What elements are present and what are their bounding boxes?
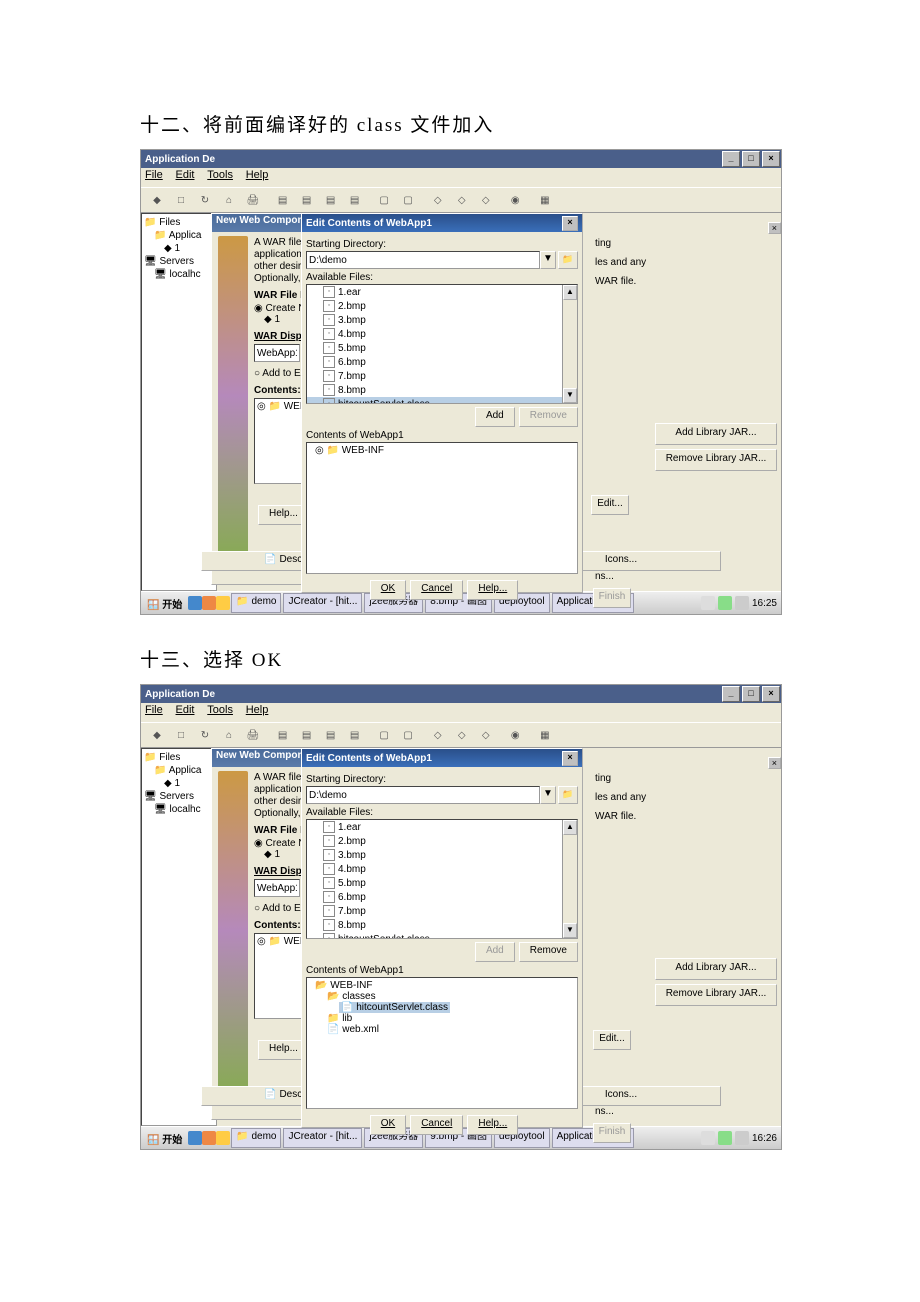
doc-heading-13: 十三、选择 OK [140, 645, 780, 672]
tree-panel[interactable]: 📁 Files 📁 Applica ◆ 1 🖥 Servers 🖥 localh… [141, 213, 217, 591]
minimize-button[interactable]: _ [722, 686, 740, 702]
menu-bar: File Edit Tools Help [141, 168, 781, 187]
dropdown-button[interactable]: ▼ [540, 251, 556, 269]
tree-panel[interactable]: 📁 Files 📁 Applica ◆ 1 🖥 Servers 🖥 localh… [141, 748, 217, 1126]
war-display-input[interactable] [254, 344, 300, 362]
menu-edit[interactable]: Edit [176, 169, 195, 181]
toolbar-button[interactable]: ▤ [296, 189, 318, 211]
toolbar-button[interactable]: ◉ [504, 189, 526, 211]
toolbar-button[interactable]: □ [170, 189, 192, 211]
tree-item: 📁 Files [144, 216, 214, 229]
finish-button: Finish [593, 588, 631, 608]
toolbar-button[interactable]: ◇ [427, 189, 449, 211]
toolbar-button[interactable]: ⌂ [218, 189, 240, 211]
tree-item: 📁 Applica [144, 229, 214, 242]
app-title: Application De [145, 689, 215, 700]
ok-button[interactable]: OK [370, 580, 406, 600]
menu-tools[interactable]: Tools [207, 704, 233, 716]
menu-help[interactable]: Help [246, 704, 269, 716]
toolbar-button[interactable]: ▢ [373, 189, 395, 211]
tree-item: 🖥 Servers [144, 255, 214, 268]
help-button[interactable]: Help... [467, 580, 518, 600]
quick-launch-icon[interactable] [202, 596, 216, 610]
ok-button[interactable]: OK [370, 1115, 406, 1135]
dialog-close-button[interactable]: × [562, 751, 578, 766]
menu-tools[interactable]: Tools [207, 169, 233, 181]
close-icon[interactable]: × [768, 222, 781, 234]
toolbar-button[interactable]: ▢ [397, 189, 419, 211]
add-button: Add [475, 942, 515, 962]
available-files-list[interactable]: ▲▼ ▫1.ear ▫2.bmp ▫3.bmp ▫4.bmp ▫5.bmp ▫6… [306, 284, 578, 404]
toolbar-button[interactable]: ▦ [534, 189, 556, 211]
help-button[interactable]: Help... [467, 1115, 518, 1135]
start-button[interactable]: 🪟 开始 [141, 596, 188, 611]
toolbar-button[interactable]: ↻ [194, 189, 216, 211]
menu-help[interactable]: Help [246, 169, 269, 181]
edit-contents-dialog: Edit Contents of WebApp1 × Starting Direc… [301, 213, 583, 593]
toolbar-button[interactable]: ◆ [146, 189, 168, 211]
tree-item: 🖥 localhc [144, 268, 214, 281]
browse-button[interactable]: 📁 [558, 251, 578, 269]
add-library-button[interactable]: Add Library JAR... [655, 423, 777, 445]
quick-launch-icon[interactable] [216, 596, 230, 610]
close-button[interactable]: × [762, 686, 780, 702]
contents-label: Contents of WebApp1 [306, 430, 578, 441]
menu-edit[interactable]: Edit [176, 704, 195, 716]
quick-launch-icon[interactable] [188, 596, 202, 610]
cancel-button[interactable]: Cancel [410, 1115, 463, 1135]
remove-button: Remove [519, 407, 578, 427]
starting-dir-input[interactable] [306, 251, 540, 269]
toolbar-button[interactable]: ▤ [344, 189, 366, 211]
close-button[interactable]: × [762, 151, 780, 167]
toolbar: ◆□↻⌂🖨 ▤▤▤▤ ▢▢ ◇◇◇ ◉ ▦ [141, 187, 781, 213]
scrollbar[interactable]: ▲▼ [562, 285, 577, 403]
menu-file[interactable]: File [145, 169, 163, 181]
remove-library-button[interactable]: Remove Library JAR... [655, 449, 777, 471]
menu-file[interactable]: File [145, 704, 163, 716]
starting-dir-label: Starting Directory: [306, 239, 578, 250]
toolbar-button[interactable]: ▤ [272, 189, 294, 211]
toolbar-button[interactable]: ▤ [320, 189, 342, 211]
screenshot-1: Application De _□× File Edit Tools Help … [140, 149, 782, 615]
wizard-splash-image [218, 236, 248, 556]
toolbar-button[interactable]: ◇ [475, 189, 497, 211]
contents-list[interactable]: 📂 WEB-INF 📂 classes 📄 hitcountServlet.cl… [306, 977, 578, 1109]
dialog-title: Edit Contents of WebApp1 [306, 218, 432, 229]
maximize-button[interactable]: □ [742, 151, 760, 167]
title-bar: Application De _□× [141, 150, 781, 168]
add-button[interactable]: Add [475, 407, 515, 427]
edit-button[interactable]: Edit... [591, 495, 629, 515]
maximize-button[interactable]: □ [742, 686, 760, 702]
screenshot-2: Application De _□× File Edit Tools Help … [140, 684, 782, 1150]
dialog-close-button[interactable]: × [562, 216, 578, 231]
tree-item: ◆ 1 [144, 242, 214, 255]
toolbar-button[interactable]: ◇ [451, 189, 473, 211]
file-selected: ▫hitcountServlet.class [307, 397, 577, 404]
edit-contents-dialog: Edit Contents of WebApp1× Starting Direc… [301, 748, 583, 1128]
remove-button[interactable]: Remove [519, 942, 578, 962]
taskbar-item[interactable]: 📁 demo [231, 593, 281, 613]
toolbar-button[interactable]: 🖨 [242, 189, 264, 211]
minimize-button[interactable]: _ [722, 151, 740, 167]
cancel-button[interactable]: Cancel [410, 580, 463, 600]
doc-heading-12: 十二、将前面编译好的 class 文件加入 [140, 110, 780, 137]
available-files-label: Available Files: [306, 272, 578, 283]
contents-list[interactable]: ◎ 📁 WEB-INF [306, 442, 578, 574]
app-title: Application De [145, 154, 215, 165]
